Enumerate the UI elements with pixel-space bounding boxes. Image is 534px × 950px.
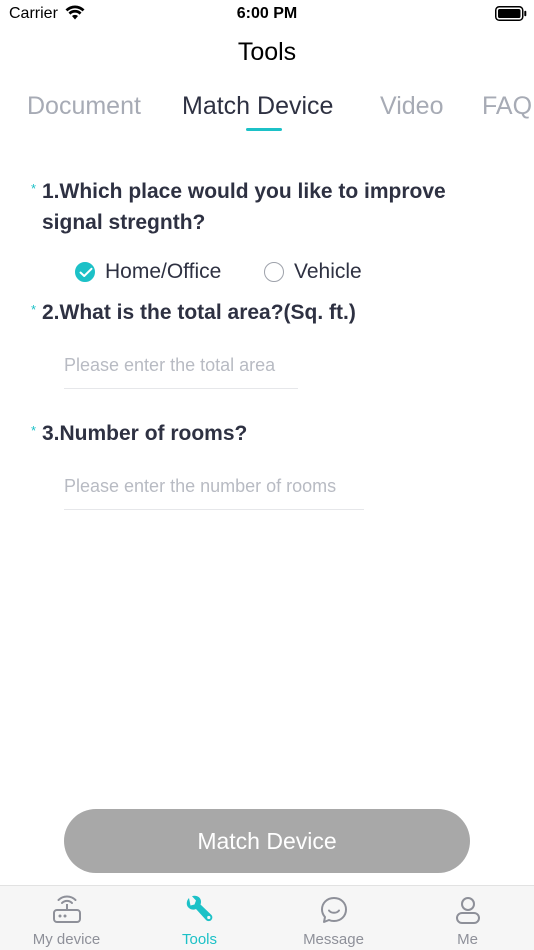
- tabbar-tools[interactable]: Tools: [133, 886, 266, 950]
- battery-icon: [495, 6, 527, 21]
- question-3: * 3.Number of rooms?: [31, 418, 501, 450]
- status-bar: Carrier 6:00 PM: [0, 0, 534, 28]
- question-2: * 2.What is the total area?(Sq. ft.): [31, 297, 501, 329]
- radio-unchecked-icon: [264, 262, 284, 282]
- clock: 6:00 PM: [236, 5, 298, 22]
- tabbar-label: Message: [303, 931, 364, 948]
- total-area-input[interactable]: [64, 342, 298, 389]
- required-mark: *: [31, 423, 37, 438]
- tab-match-device[interactable]: Match Device: [182, 92, 333, 121]
- question-3-text: 3.Number of rooms?: [42, 422, 248, 445]
- required-mark: *: [31, 302, 37, 317]
- match-device-screen: Carrier 6:00 PM Tools Document Match Dev…: [0, 0, 534, 950]
- radio-vehicle[interactable]: Vehicle: [264, 259, 362, 285]
- radio-label-home-office: Home/Office: [105, 260, 222, 283]
- rooms-input[interactable]: [64, 463, 364, 510]
- radio-checked-icon: [75, 262, 95, 282]
- tabbar-label: Me: [457, 931, 478, 948]
- tabbar-label: Tools: [181, 931, 218, 948]
- tab-video[interactable]: Video: [380, 92, 444, 121]
- tabbar-message[interactable]: Message: [267, 886, 400, 950]
- active-tab-indicator: [246, 128, 282, 131]
- tabbar-my-device[interactable]: My device: [0, 886, 133, 950]
- wrench-icon: [186, 895, 212, 922]
- radio-home-office[interactable]: Home/Office: [75, 259, 221, 285]
- required-mark: *: [31, 181, 37, 196]
- router-icon: [52, 895, 81, 923]
- tab-faq[interactable]: FAQ: [482, 92, 532, 121]
- bottom-tab-bar: My device Tools Message Me: [0, 885, 534, 950]
- tabbar-me[interactable]: Me: [401, 886, 534, 950]
- person-icon: [455, 897, 480, 924]
- chat-bubble-icon: [320, 897, 347, 923]
- segment-tabs: Document Match Device Video FAQ: [0, 92, 534, 137]
- question-1-text: 1.Which place would you like to improve …: [42, 180, 446, 234]
- page-title: Tools: [237, 38, 297, 66]
- radio-label-vehicle: Vehicle: [294, 260, 362, 283]
- question-1: * 1.Which place would you like to improv…: [31, 176, 501, 240]
- question-2-text: 2.What is the total area?(Sq. ft.): [42, 301, 356, 324]
- tabbar-label: My device: [32, 931, 101, 948]
- tab-document[interactable]: Document: [27, 92, 141, 121]
- match-device-button[interactable]: Match Device: [64, 809, 470, 873]
